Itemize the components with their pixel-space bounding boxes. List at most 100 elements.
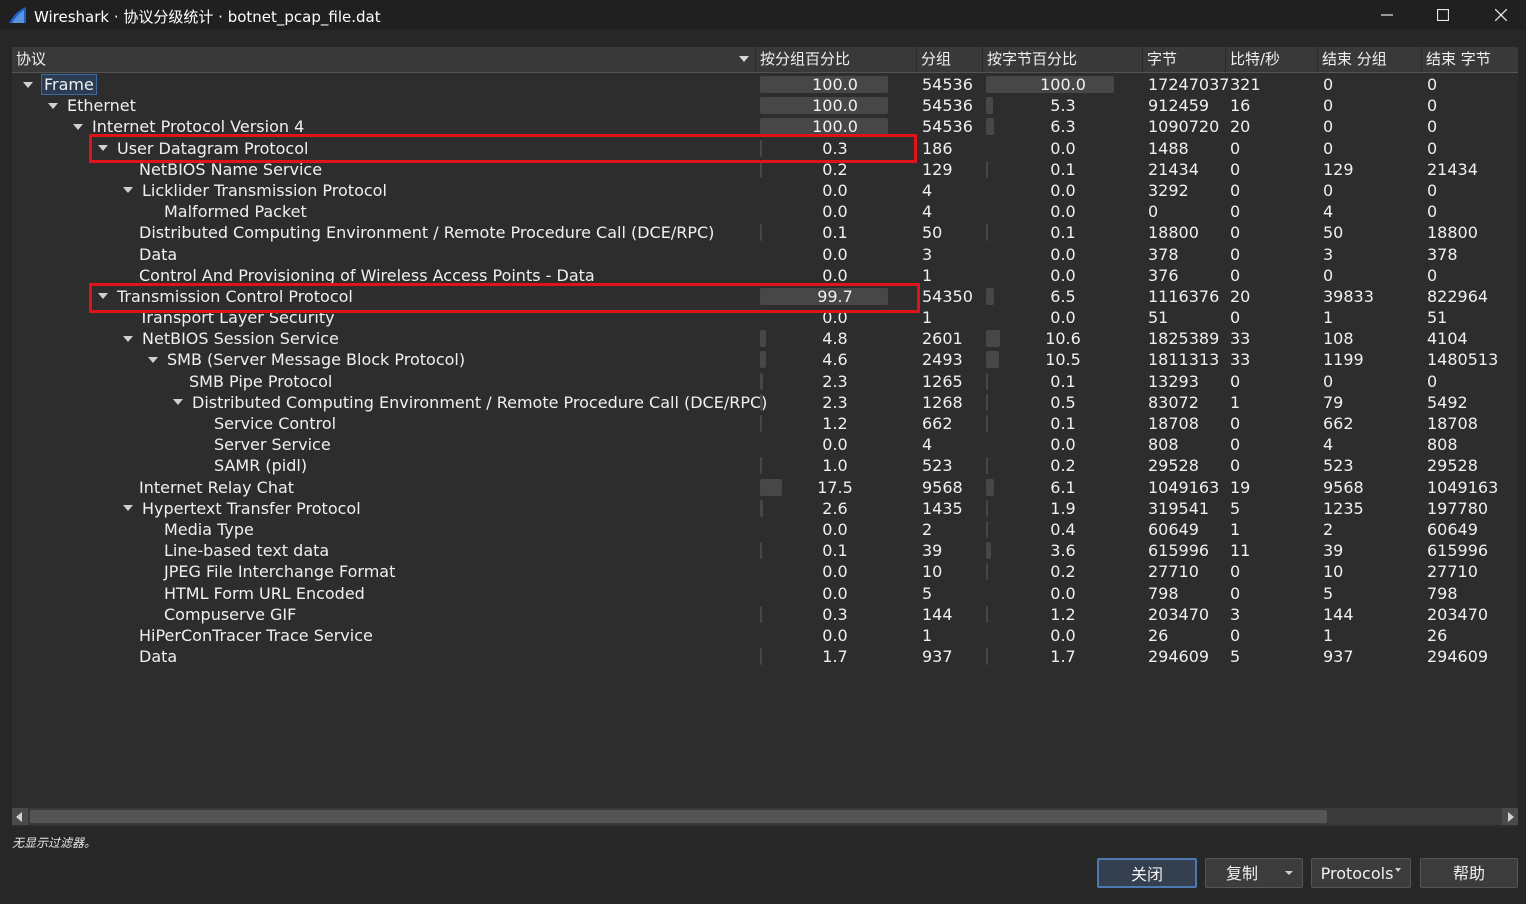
- scrollbar-thumb[interactable]: [30, 810, 1327, 823]
- protocol-name: Ethernet: [67, 96, 136, 116]
- protocol-name: Control And Provisioning of Wireless Acc…: [139, 265, 595, 285]
- protocol-cell: HTML Form URL Encoded: [12, 583, 887, 604]
- tree-row[interactable]: HiPerConTracer Trace Service 0.0 1 0.0 26 0 1 2…: [12, 625, 1518, 646]
- expand-arrow-icon[interactable]: [173, 399, 183, 406]
- bytes-cell: 378: [1148, 244, 1179, 264]
- percent-packets-cell: 1.7: [822, 647, 848, 667]
- bytes-cell: 376: [1148, 265, 1179, 285]
- percent-packets-cell: 0.0: [822, 244, 848, 264]
- column-header-end-bytes[interactable]: 结束 字节: [1422, 47, 1518, 72]
- tree-row[interactable]: Ethernet 100.0 54536 5.3 912459 16 0 0: [12, 95, 1518, 116]
- protocol-name: Internet Relay Chat: [139, 477, 295, 497]
- tree-row[interactable]: NetBIOS Session Service 4.8 2601 10.6 182538…: [12, 328, 1518, 349]
- percent-bytes-cell: 0.0: [1050, 583, 1076, 603]
- bits-per-sec-cell: 20: [1230, 117, 1251, 137]
- expand-arrow-icon[interactable]: [148, 356, 158, 363]
- percent-bytes-cell: 0.0: [1050, 180, 1076, 200]
- end-bytes-cell: 0: [1427, 96, 1438, 116]
- expand-arrow-icon[interactable]: [123, 505, 133, 512]
- help-button[interactable]: 帮助: [1420, 858, 1518, 888]
- percent-bytes-cell: 0.1: [1050, 414, 1076, 433]
- protocol-name: JPEG File Interchange Format: [164, 562, 396, 582]
- protocol-cell: NetBIOS Session Service: [12, 328, 862, 349]
- scroll-right-arrow-icon[interactable]: [1502, 808, 1518, 825]
- minimize-icon: [1381, 14, 1393, 16]
- column-header-label: 字节: [1147, 50, 1178, 68]
- column-header-bits-per-sec[interactable]: 比特/秒: [1226, 47, 1318, 72]
- percent-packets-cell: 0.1: [822, 223, 848, 243]
- column-header-protocol[interactable]: 协议: [12, 47, 756, 72]
- expand-arrow-icon[interactable]: [73, 123, 83, 130]
- tree-row[interactable]: Data 1.7 937 1.7 294609 5 937 294609: [12, 646, 1518, 667]
- percent-packets-cell: 100.0: [812, 96, 858, 116]
- horizontal-scrollbar[interactable]: [12, 808, 1518, 825]
- bits-per-sec-cell: 20: [1230, 286, 1251, 306]
- packets-cell: 2601: [922, 329, 963, 349]
- end-bytes-cell: 5492: [1427, 392, 1468, 412]
- end-bytes-cell: 0: [1427, 265, 1438, 285]
- copy-button[interactable]: 复制: [1205, 858, 1303, 888]
- tree-row[interactable]: SMB (Server Message Block Protocol) 4.6 24…: [12, 349, 1518, 370]
- bits-per-sec-cell: 0: [1230, 244, 1241, 264]
- expand-arrow-icon[interactable]: [48, 102, 58, 109]
- protocol-name: Service Control: [214, 414, 337, 433]
- tree-row[interactable]: SAMR (pidl) 1.0 523 0.2 29528 0 523 29528: [12, 455, 1518, 476]
- maximize-button[interactable]: [1414, 0, 1472, 30]
- scroll-left-arrow-icon[interactable]: [12, 808, 28, 825]
- expand-arrow-icon[interactable]: [123, 187, 133, 194]
- highlight-box-udp: [89, 134, 917, 163]
- tree-row[interactable]: Distributed Computing Environment / Remo…: [12, 222, 1518, 243]
- column-header-bytes[interactable]: 字节: [1143, 47, 1226, 72]
- tree-row[interactable]: JPEG File Interchange Format 0.0 10 0.2 2771…: [12, 561, 1518, 582]
- end-bytes-cell: 1480513: [1427, 350, 1499, 370]
- bits-per-sec-cell: 321: [1230, 75, 1261, 94]
- protocol-cell: Data: [12, 244, 862, 265]
- protocols-button[interactable]: Protocols: [1311, 858, 1411, 888]
- column-header-label: 协议: [16, 50, 47, 68]
- tree-row[interactable]: Licklider Transmission Protocol 0.0 4 0.0 32…: [12, 180, 1518, 201]
- tree-row[interactable]: HTML Form URL Encoded 0.0 5 0.0 798 0 5 798: [12, 583, 1518, 604]
- minimize-button[interactable]: [1358, 0, 1416, 30]
- bits-per-sec-cell: 16: [1230, 96, 1251, 116]
- packets-cell: 54350: [922, 286, 973, 306]
- protocol-name: Line-based text data: [164, 541, 330, 561]
- expand-arrow-icon[interactable]: [123, 335, 133, 342]
- tree-row[interactable]: SMB Pipe Protocol 2.3 1265 0.1 13293 0 0 0: [12, 371, 1518, 392]
- bits-per-sec-cell: 0: [1230, 138, 1241, 158]
- column-header-percent-packets[interactable]: 按分组百分比: [756, 47, 917, 72]
- protocol-cell: Malformed Packet: [12, 201, 887, 222]
- end-packets-cell: 3: [1323, 244, 1334, 264]
- column-header-label: 结束 分组: [1322, 50, 1387, 68]
- tree-row[interactable]: Compuserve GIF 0.3 144 1.2 203470 3 144 203470: [12, 604, 1518, 625]
- packets-cell: 5: [922, 583, 933, 603]
- close-button[interactable]: 关闭: [1097, 858, 1197, 888]
- chevron-down-icon[interactable]: [1276, 859, 1302, 887]
- bytes-cell: 51: [1148, 308, 1169, 328]
- percent-packets-cell: 0.0: [822, 202, 848, 222]
- end-packets-cell: 4: [1323, 435, 1334, 455]
- percent-packets-cell: 1.2: [822, 414, 848, 433]
- tree-row[interactable]: Hypertext Transfer Protocol 2.6 1435 1.9 319…: [12, 498, 1518, 519]
- expand-arrow-icon[interactable]: [23, 81, 33, 88]
- percent-packets-cell: 2.3: [822, 371, 848, 391]
- packets-cell: 54536: [922, 117, 973, 137]
- protocol-name: HiPerConTracer Trace Service: [139, 625, 373, 645]
- tree-row[interactable]: Frame 100.0 54536 100.0 17247037 321 0 0: [12, 74, 1518, 95]
- protocol-hierarchy-tree[interactable]: 协议 按分组百分比 分组 按字节百分比 字节 比特/秒 结束 分组 结束 字节 …: [12, 47, 1518, 827]
- protocol-cell: Line-based text data: [12, 540, 887, 561]
- column-header-end-packets[interactable]: 结束 分组: [1318, 47, 1422, 72]
- tree-row[interactable]: Internet Relay Chat 17.5 9568 6.1 1049163 19 9…: [12, 477, 1518, 498]
- tree-row[interactable]: Service Control 1.2 662 0.1 18708 0 662 18708: [12, 413, 1518, 434]
- tree-row[interactable]: Media Type 0.0 2 0.4 60649 1 2 60649: [12, 519, 1518, 540]
- tree-row[interactable]: Data 0.0 3 0.0 378 0 3 378: [12, 244, 1518, 265]
- window-close-button[interactable]: [1472, 0, 1526, 30]
- tree-row[interactable]: Line-based text data 0.1 39 3.6 615996 11 39 61…: [12, 540, 1518, 561]
- percent-packets-cell: 0.0: [822, 625, 848, 645]
- column-header-packets[interactable]: 分组: [917, 47, 983, 72]
- end-packets-cell: 2: [1323, 519, 1334, 539]
- column-header-percent-bytes[interactable]: 按字节百分比: [983, 47, 1143, 72]
- tree-row[interactable]: Distributed Computing Environment / Remo…: [12, 392, 1518, 413]
- packets-cell: 39: [922, 541, 943, 561]
- tree-row[interactable]: Server Service 0.0 4 0.0 808 0 4 808: [12, 434, 1518, 455]
- tree-row[interactable]: Malformed Packet 0.0 4 0.0 0 0 4 0: [12, 201, 1518, 222]
